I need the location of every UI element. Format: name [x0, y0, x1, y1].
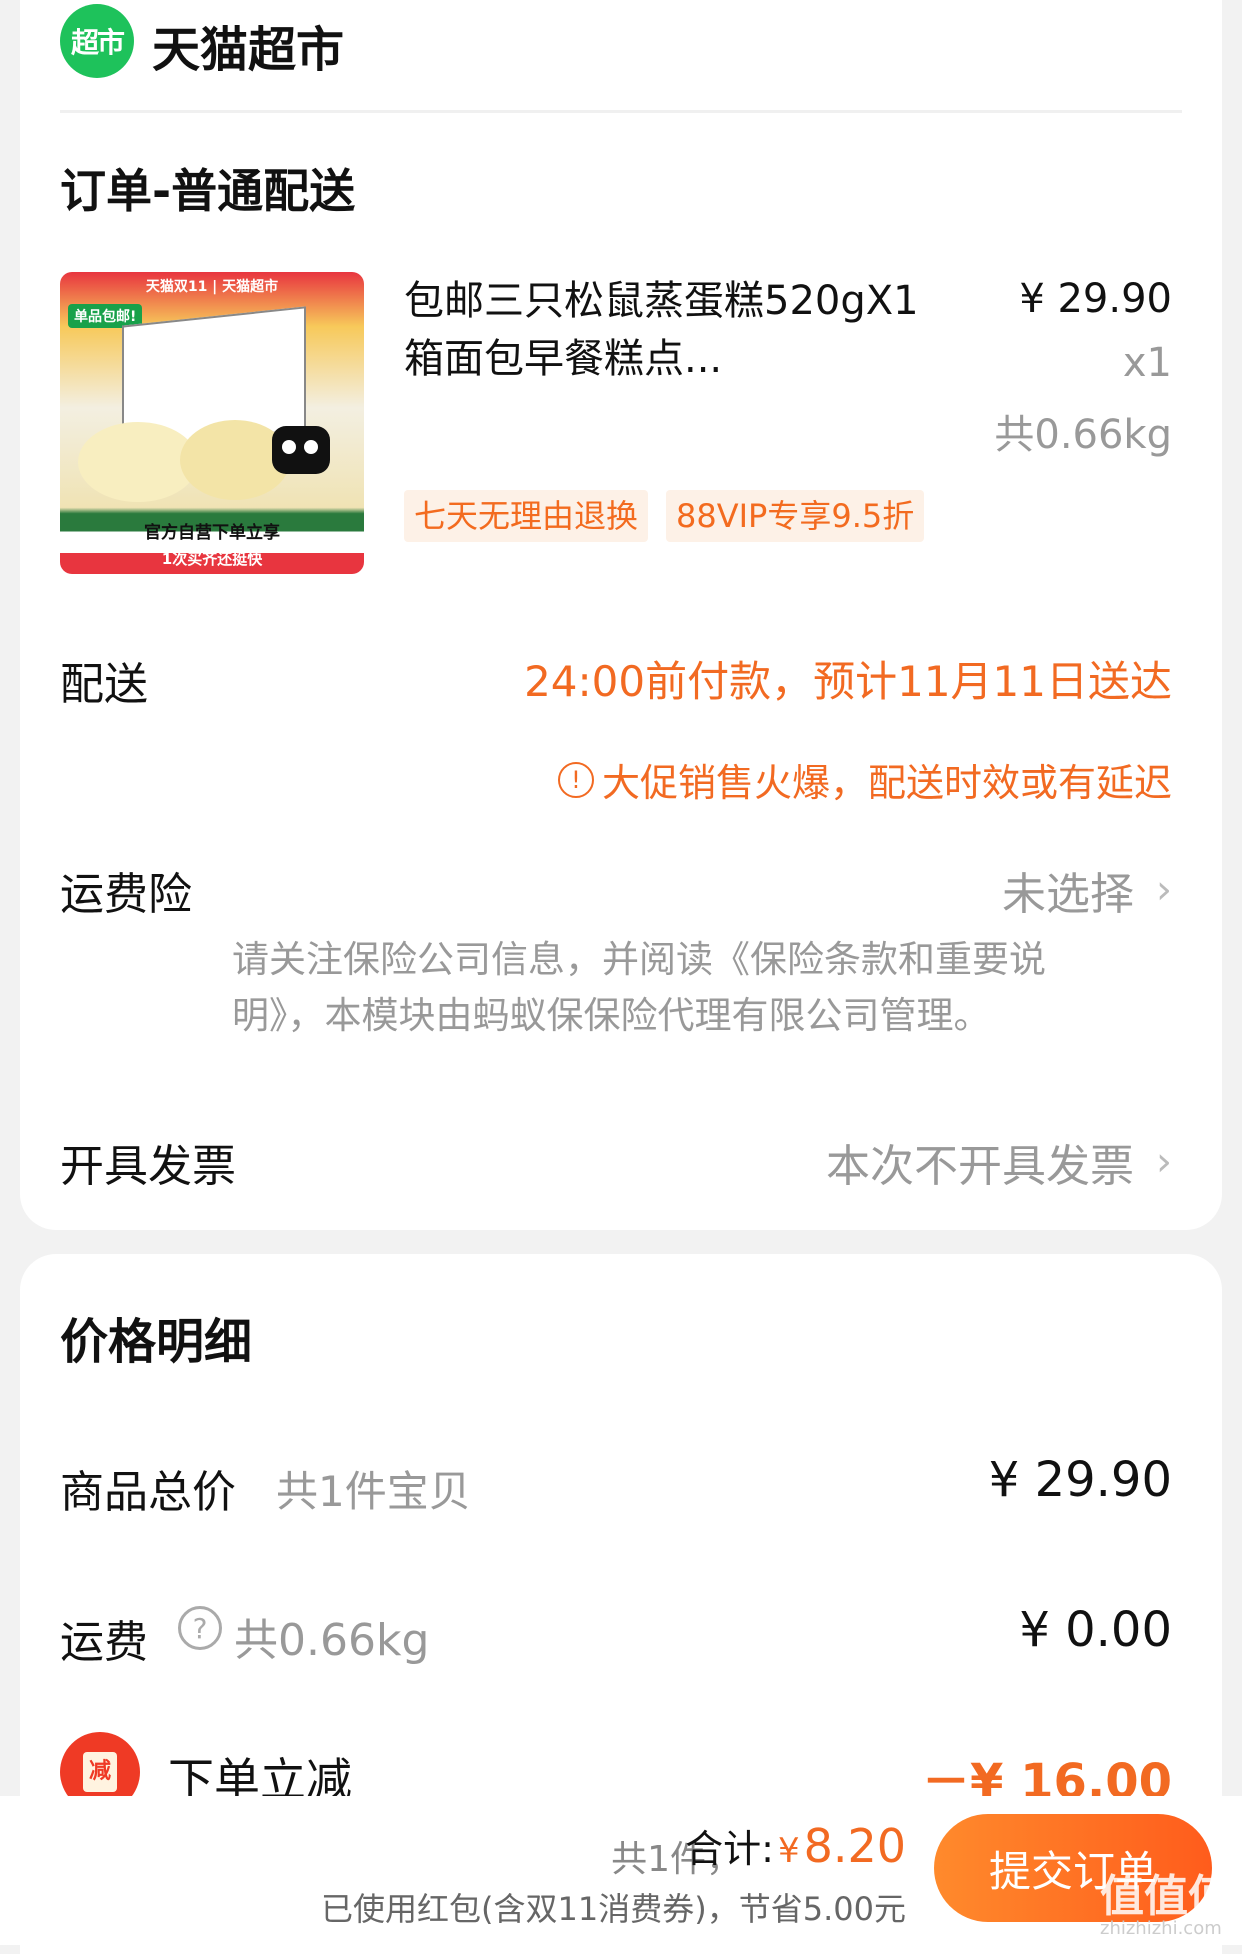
tag-return-policy: 七天无理由退换: [404, 490, 649, 542]
invoice-selector[interactable]: 本次不开具发票 ›: [826, 1130, 1172, 1194]
product-title[interactable]: 包邮三只松鼠蒸蛋糕520gX1箱面包早餐糕点...: [404, 272, 944, 388]
invoice-label: 开具发票: [60, 1141, 236, 1192]
product-image[interactable]: 天猫双11 | 天猫超市 单品包邮! 官方自营下单立享 1次买齐还挺快: [60, 272, 364, 574]
delivery-warning: ! 大促销售火爆，配送时效或有延迟: [557, 752, 1172, 807]
store-logo: 超市: [60, 4, 134, 78]
checkout-total-label: 合计:: [685, 1827, 774, 1871]
goods-total-label: 商品总价: [60, 1467, 236, 1518]
product-image-promo-sub: 1次买齐还挺快: [161, 550, 263, 568]
checkout-total: 合计: ¥ 8.20: [685, 1818, 906, 1873]
product-image-caption: 天猫双11 | 天猫超市: [145, 279, 279, 295]
product-weight: 共0.66kg: [994, 412, 1172, 458]
chevron-right-icon: ›: [1156, 867, 1172, 913]
discount-icon-text: 减: [83, 1752, 117, 1792]
watermark-logo: 值值值: [1100, 1871, 1232, 1922]
delivery-label: 配送: [60, 659, 148, 710]
checkout-savings-note[interactable]: 已使用红包(含双11消费券)，节省5.00元: [321, 1884, 906, 1930]
watermark-url: zhizhizhi.com: [1100, 1918, 1222, 1939]
goods-total-value: ¥ 29.90: [988, 1452, 1172, 1508]
store-name[interactable]: 天猫超市: [152, 10, 344, 80]
checkout-currency: ¥: [777, 1831, 800, 1871]
insurance-value: 未选择: [1002, 869, 1134, 920]
product-price: ¥ 29.90: [1019, 276, 1172, 322]
product-quantity: x1: [1122, 340, 1172, 386]
product-image-promo: 官方自营下单立享: [144, 523, 280, 543]
exclamation-circle-icon: !: [557, 761, 594, 798]
insurance-label: 运费险: [60, 869, 192, 920]
order-section-title: 订单-普通配送: [60, 164, 356, 218]
shipping-value: ¥ 0.00: [1019, 1602, 1172, 1658]
shipping-label: 运费: [60, 1617, 148, 1668]
insurance-note[interactable]: 请关注保险公司信息，并阅读《保险条款和重要说明》，本模块由蚂蚁保保险代理有限公司…: [232, 932, 1112, 1044]
checkout-total-amount: 8.20: [803, 1819, 906, 1873]
chevron-right-icon: ›: [1156, 1139, 1172, 1185]
question-circle-icon[interactable]: ?: [178, 1606, 222, 1650]
delivery-warning-text: 大促销售火爆，配送时效或有延迟: [601, 761, 1172, 805]
tmall-cat-icon: [272, 426, 330, 474]
shipping-weight: 共0.66kg: [234, 1615, 430, 1666]
insurance-selector[interactable]: 未选择 ›: [1002, 858, 1172, 922]
price-detail-title: 价格明细: [60, 1314, 253, 1370]
tag-vip-discount: 88VIP专享9.5折: [666, 490, 925, 542]
header-divider: [60, 110, 1182, 113]
invoice-value: 本次不开具发票: [826, 1141, 1134, 1192]
goods-total-count: 共1件宝贝: [276, 1467, 471, 1516]
delivery-estimate: 24:00前付款，预计11月11日送达: [524, 657, 1172, 706]
